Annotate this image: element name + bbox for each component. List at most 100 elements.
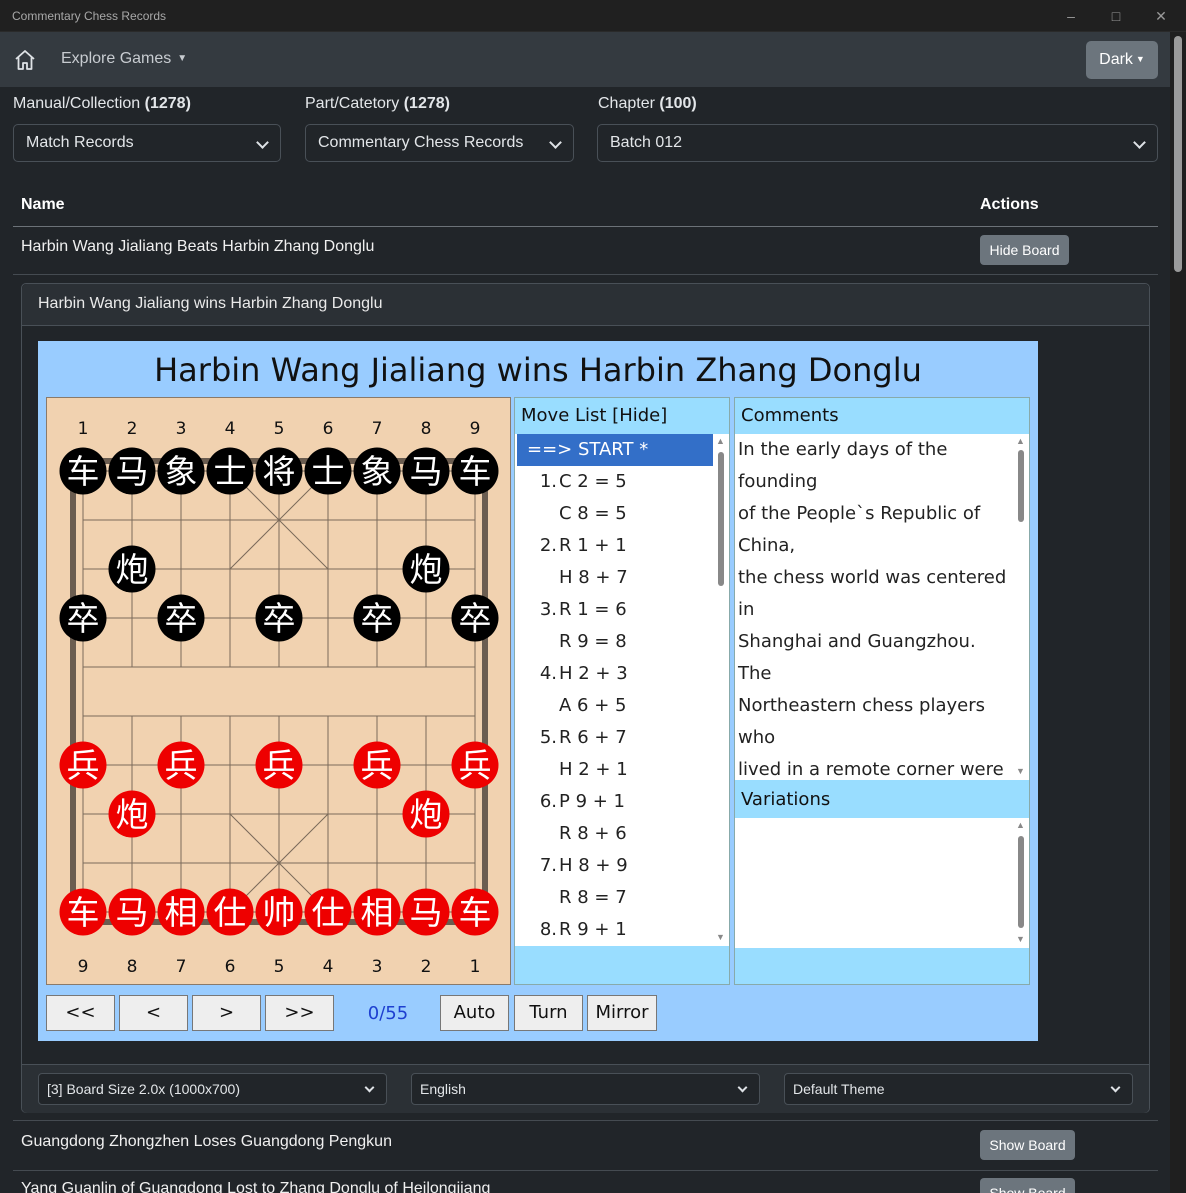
move-item[interactable]: A 6 + 5	[515, 690, 715, 722]
move-item[interactable]: H 8 + 7	[515, 562, 715, 594]
black-piece[interactable]: 卒	[157, 594, 205, 642]
part-select[interactable]: Commentary Chess Records	[305, 124, 574, 162]
black-piece[interactable]: 卒	[451, 594, 499, 642]
black-piece[interactable]: 将	[255, 447, 303, 495]
scroll-up-icon[interactable]: ▲	[716, 436, 725, 446]
red-piece[interactable]: 仕	[206, 888, 254, 936]
scroll-down-icon[interactable]: ▼	[1016, 766, 1025, 776]
chevron-down-icon	[256, 136, 269, 149]
row-divider	[13, 274, 1158, 275]
black-piece[interactable]: 车	[451, 447, 499, 495]
board-canvas[interactable]: 1 2 3 4 5 6 7 8 99 8 7 6 5 4 3 2 1车马象士将士象马车炮 炮卒卒卒卒卒兵兵兵兵兵炮…	[47, 398, 512, 986]
move-item[interactable]: C 8 = 5	[515, 498, 715, 530]
move-item[interactable]: ==> START *	[517, 434, 713, 466]
red-piece[interactable]: 车	[451, 888, 499, 936]
board-size-select[interactable]: [3] Board Size 2.0x (1000x700)	[38, 1073, 387, 1105]
file-label-top: 7	[372, 419, 383, 439]
scroll-down-icon[interactable]: ▼	[716, 932, 725, 942]
black-piece[interactable]: 车	[59, 447, 107, 495]
page-scroll-thumb[interactable]	[1174, 36, 1182, 272]
xiangqi-board[interactable]: 123456789987654321车马象士将士象马车炮炮卒卒卒卒卒兵兵兵兵兵炮…	[46, 397, 511, 985]
red-piece[interactable]: 仕	[304, 888, 352, 936]
red-piece[interactable]: 相	[353, 888, 401, 936]
piece-label: 炮	[410, 550, 443, 589]
black-piece[interactable]: 炮	[108, 545, 156, 593]
red-piece[interactable]: 兵	[451, 741, 499, 789]
next-move-button[interactable]: >	[192, 995, 261, 1031]
black-piece[interactable]: 卒	[353, 594, 401, 642]
move-item[interactable]: 8. R 9 + 1	[515, 914, 715, 946]
move-item[interactable]: 4. H 2 + 3	[515, 658, 715, 690]
red-piece[interactable]: 帅	[255, 888, 303, 936]
move-item[interactable]: 3. R 1 = 6	[515, 594, 715, 626]
black-piece[interactable]: 马	[108, 447, 156, 495]
red-piece[interactable]: 车	[59, 888, 107, 936]
move-item[interactable]: 7. H 8 + 9	[515, 850, 715, 882]
file-label-top: 1	[78, 419, 89, 439]
scroll-up-icon[interactable]: ▲	[1016, 436, 1025, 446]
minimize-icon[interactable]: –	[1061, 6, 1081, 26]
red-piece[interactable]: 马	[402, 888, 450, 936]
black-piece[interactable]: 象	[353, 447, 401, 495]
chevron-down-icon	[549, 136, 562, 149]
black-piece[interactable]: 象	[157, 447, 205, 495]
prev-move-button[interactable]: <	[119, 995, 188, 1031]
hide-board-button[interactable]: Hide Board	[980, 235, 1069, 265]
comments-scrollbar[interactable]: ▲ ▼	[1014, 434, 1028, 780]
move-item[interactable]: 6. P 9 + 1	[515, 786, 715, 818]
collection-select[interactable]: Match Records	[13, 124, 281, 162]
show-board-button[interactable]: Show Board	[980, 1178, 1075, 1193]
scroll-thumb[interactable]	[1018, 836, 1024, 928]
move-item[interactable]: H 2 + 1	[515, 754, 715, 786]
red-piece[interactable]: 相	[157, 888, 205, 936]
red-piece[interactable]: 马	[108, 888, 156, 936]
red-piece[interactable]: 兵	[59, 741, 107, 789]
move-list-header[interactable]: Move List [Hide]	[515, 398, 729, 434]
comments-header: Comments	[735, 398, 1029, 434]
chapter-count: (100)	[659, 95, 697, 112]
move-item[interactable]: 2. R 1 + 1	[515, 530, 715, 562]
black-piece[interactable]: 士	[304, 447, 352, 495]
red-piece[interactable]: 炮	[108, 790, 156, 838]
caret-down-icon: ▼	[1135, 54, 1145, 64]
theme-dropdown-button[interactable]: Dark ▼	[1086, 41, 1158, 79]
black-piece[interactable]: 马	[402, 447, 450, 495]
turn-board-button[interactable]: Turn	[514, 995, 583, 1031]
move-item[interactable]: 1. C 2 = 5	[515, 466, 715, 498]
home-icon[interactable]	[13, 48, 37, 72]
scroll-thumb[interactable]	[1018, 450, 1024, 522]
black-piece[interactable]: 士	[206, 447, 254, 495]
piece-label: 相	[165, 893, 198, 932]
mirror-board-button[interactable]: Mirror	[587, 995, 657, 1031]
piece-label: 帅	[263, 893, 296, 932]
move-item[interactable]: R 8 = 7	[515, 882, 715, 914]
last-move-button[interactable]: >>	[265, 995, 334, 1031]
auto-play-button[interactable]: Auto	[440, 995, 509, 1031]
red-piece[interactable]: 兵	[255, 741, 303, 789]
black-piece[interactable]: 卒	[59, 594, 107, 642]
page-scrollbar[interactable]	[1170, 32, 1186, 1193]
red-piece[interactable]: 兵	[157, 741, 205, 789]
close-icon[interactable]: ✕	[1151, 6, 1171, 26]
board-size-value: [3] Board Size 2.0x (1000x700)	[47, 1081, 241, 1097]
scroll-up-icon[interactable]: ▲	[1016, 820, 1025, 830]
first-move-button[interactable]: <<	[46, 995, 115, 1031]
move-item[interactable]: R 9 = 8	[515, 626, 715, 658]
red-piece[interactable]: 兵	[353, 741, 401, 789]
red-piece[interactable]: 炮	[402, 790, 450, 838]
show-board-button[interactable]: Show Board	[980, 1130, 1075, 1160]
maximize-icon[interactable]: □	[1106, 6, 1126, 26]
variations-scrollbar[interactable]: ▲ ▼	[1014, 818, 1028, 948]
scroll-down-icon[interactable]: ▼	[1016, 934, 1025, 944]
game-row-name: Guangdong Zhongzhen Loses Guangdong Peng…	[21, 1133, 392, 1150]
scroll-thumb[interactable]	[718, 452, 724, 586]
board-theme-select[interactable]: Default Theme	[784, 1073, 1133, 1105]
language-select[interactable]: English	[411, 1073, 760, 1105]
explore-games-menu[interactable]: Explore Games ▼	[61, 50, 187, 68]
move-item[interactable]: R 8 + 6	[515, 818, 715, 850]
move-list-scrollbar[interactable]: ▲ ▼	[714, 434, 728, 946]
move-item[interactable]: 5. R 6 + 7	[515, 722, 715, 754]
black-piece[interactable]: 卒	[255, 594, 303, 642]
chapter-select[interactable]: Batch 012	[597, 124, 1158, 162]
black-piece[interactable]: 炮	[402, 545, 450, 593]
